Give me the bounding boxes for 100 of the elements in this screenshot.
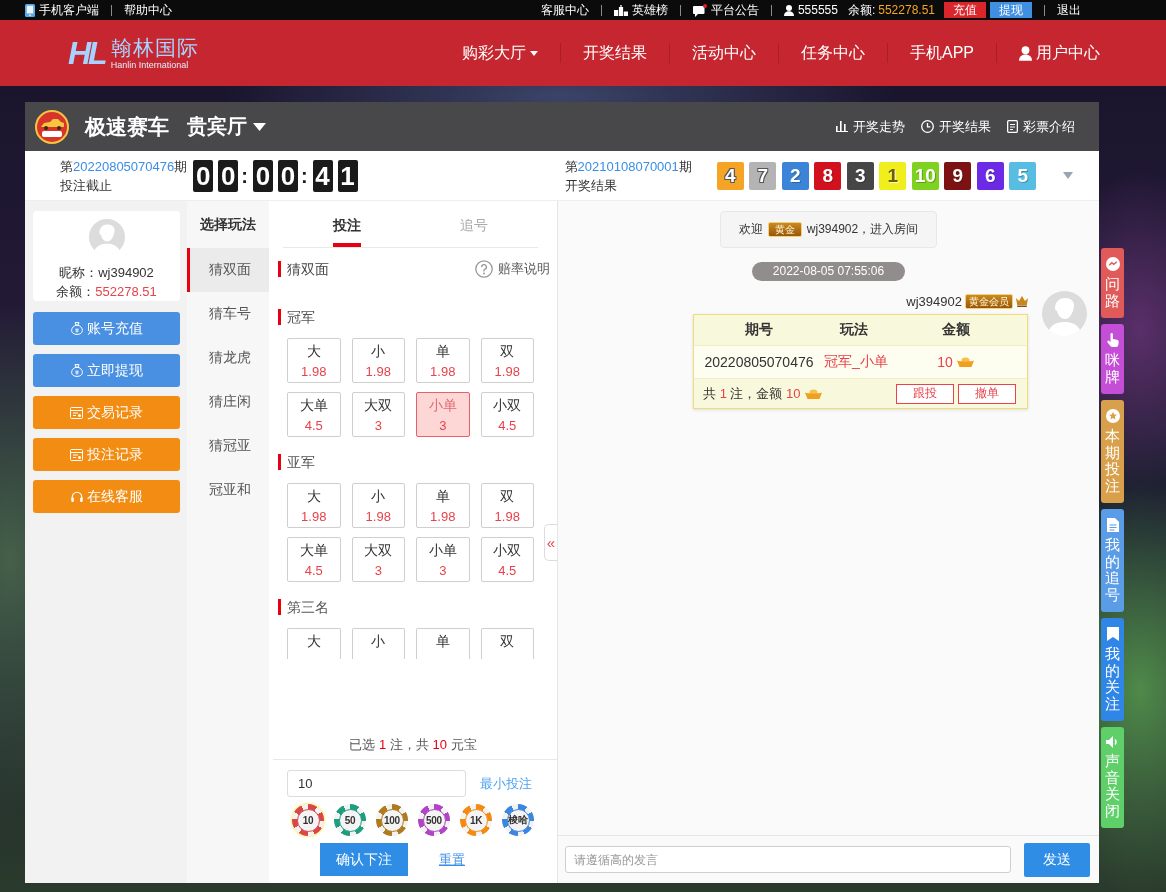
bet-option[interactable]: 双 1.98 (480, 338, 534, 383)
bet-option[interactable]: 大 1.98 (287, 483, 341, 528)
ingot-icon (956, 357, 974, 367)
countdown-separator: : (241, 163, 248, 188)
dropdown-caret-icon[interactable] (1063, 172, 1073, 179)
message-username: wj394902 (906, 293, 962, 309)
my-follows-tab[interactable]: 我的关注 (1101, 618, 1124, 721)
money-bag-icon (70, 364, 83, 377)
nav-link[interactable]: 手机APP (888, 42, 996, 64)
road-map-tab[interactable]: 问路 (1101, 248, 1124, 318)
clock-icon (921, 120, 934, 133)
member-badge: 黄金会员 (965, 293, 1013, 309)
ingot-icon (804, 388, 822, 399)
bet-tab[interactable]: 投注 (283, 201, 411, 247)
bet-option[interactable]: 大单 4.5 (287, 392, 341, 437)
cancel-bet-button[interactable]: 撤单 (958, 383, 1016, 404)
draw-results-link[interactable]: 开奖结果 (921, 117, 991, 136)
chat-input-field[interactable]: 请遵循高的发言 (565, 846, 1011, 873)
column-header: 金额 (940, 321, 971, 339)
reset-link[interactable]: 重置 (439, 850, 465, 869)
welcome-message: wj394902，进入房间 (806, 221, 919, 238)
logo-mark: HL (68, 35, 105, 71)
bet-option[interactable]: 单 1.98 (416, 338, 470, 383)
help-center-link[interactable]: 帮助中心 (124, 2, 172, 18)
group-title: 第三名 (278, 599, 329, 615)
bet-chip[interactable]: 1K (458, 802, 494, 838)
nav-link[interactable]: 活动中心 (670, 42, 778, 64)
bet-option[interactable]: 双 1.98 (480, 483, 534, 528)
current-issue: 第20220805070476期 (60, 157, 188, 176)
bet-chip[interactable]: 50 (332, 802, 368, 838)
help-icon (475, 260, 493, 278)
draw-trend-link[interactable]: 开奖走势 (836, 117, 905, 136)
receipt-icon (70, 406, 83, 419)
bar-chart-icon (836, 121, 848, 132)
bet-chip[interactable]: 梭哈 (500, 802, 536, 838)
bet-option[interactable]: 双 (480, 628, 534, 659)
bet-option[interactable]: 大 (287, 628, 341, 659)
play-type-item[interactable]: 猜龙虎 (187, 336, 269, 380)
table-cell: 10 (937, 354, 953, 370)
account-link[interactable]: 555555 (783, 2, 838, 18)
room-selector[interactable]: 贵宾厅 (187, 113, 266, 140)
nav-link[interactable]: 任务中心 (779, 42, 887, 64)
table-cell-text: 20220805070476 (703, 354, 815, 370)
bet-option[interactable]: 小双 4.5 (480, 392, 534, 437)
caret-icon (253, 122, 266, 131)
phone-icon (25, 3, 35, 17)
bet-chip[interactable]: 10 (290, 802, 326, 838)
leaderboard-link[interactable]: 英雄榜 (613, 2, 668, 18)
announcement-link[interactable]: 平台公告 (692, 2, 759, 18)
bet-option[interactable]: 小 (351, 628, 405, 659)
bet-option[interactable]: 小 1.98 (351, 483, 405, 528)
lottery-intro-link[interactable]: 彩票介绍 (1007, 117, 1075, 136)
bet-chip[interactable]: 100 (374, 802, 410, 838)
logo-name: 翰林国际 (110, 35, 199, 60)
bet-chip[interactable]: 500 (416, 802, 452, 838)
speaker-icon (1106, 736, 1119, 748)
user-center-link[interactable]: 用户中心 (997, 42, 1100, 64)
app-download-link[interactable]: 手机客户端 (25, 2, 99, 18)
lottery-hall-menu[interactable]: 购彩大厅 (440, 42, 560, 64)
star-icon (1105, 409, 1120, 423)
recharge-button[interactable]: 充值 (944, 2, 986, 18)
crown-icon (1016, 295, 1028, 307)
nav-link[interactable]: 开奖结果 (561, 42, 669, 64)
bet-option[interactable]: 大 1.98 (287, 338, 341, 383)
bet-option[interactable]: 单 1.98 (416, 483, 470, 528)
headset-icon (70, 490, 83, 503)
section-title: 猜双面 (278, 261, 329, 277)
countdown-digit: 0 (277, 159, 298, 192)
last-issue: 第20210108070001期 (564, 157, 692, 176)
follow-bet-button[interactable]: 跟投 (896, 383, 954, 404)
play-type-item[interactable]: 猜庄闲 (187, 380, 269, 424)
bet-option[interactable]: 小双 4.5 (480, 537, 534, 582)
bookmark-icon (1106, 627, 1119, 641)
bet-option[interactable]: 小单 3 (416, 537, 470, 582)
bet-option[interactable]: 单 (416, 628, 470, 659)
message-time: 2022-08-05 07:55:06 (751, 262, 906, 281)
play-type-item[interactable]: 猜冠亚 (187, 424, 269, 468)
user-avatar (1042, 291, 1087, 336)
group-title: 冠军 (278, 309, 315, 325)
countdown-digit: 0 (252, 159, 273, 192)
bet-option[interactable]: 大单 4.5 (287, 537, 341, 582)
bet-total: 共 1 注，金额 10 (703, 384, 801, 403)
bet-deadline-label: 投注截止 (60, 176, 113, 195)
bet-option[interactable]: 小 1.98 (351, 338, 405, 383)
play-type-item[interactable]: 猜车号 (187, 292, 269, 336)
play-type-item[interactable]: 猜双面 (187, 248, 269, 292)
balance-text: 余额：552278.51 (56, 283, 157, 301)
bet-amount-field[interactable]: 10 (287, 770, 466, 797)
user-icon (1019, 45, 1032, 61)
logout-link[interactable]: 退出 (1057, 2, 1081, 18)
bet-option[interactable]: 大双 3 (351, 537, 405, 582)
document-icon (1007, 120, 1018, 133)
play-type-title: 选择玩法 (199, 215, 257, 234)
odds-info-link[interactable]: 赔率说明 (475, 260, 550, 278)
group-title: 亚军 (278, 454, 315, 470)
customer-service-link[interactable]: 客服中心 (540, 2, 589, 18)
play-type-item[interactable]: 冠亚和 (187, 468, 269, 512)
bet-option[interactable]: 大双 3 (351, 392, 405, 437)
card-squeeze-tab[interactable]: 咪牌 (1101, 324, 1124, 394)
collapse-button[interactable]: « (544, 524, 557, 561)
